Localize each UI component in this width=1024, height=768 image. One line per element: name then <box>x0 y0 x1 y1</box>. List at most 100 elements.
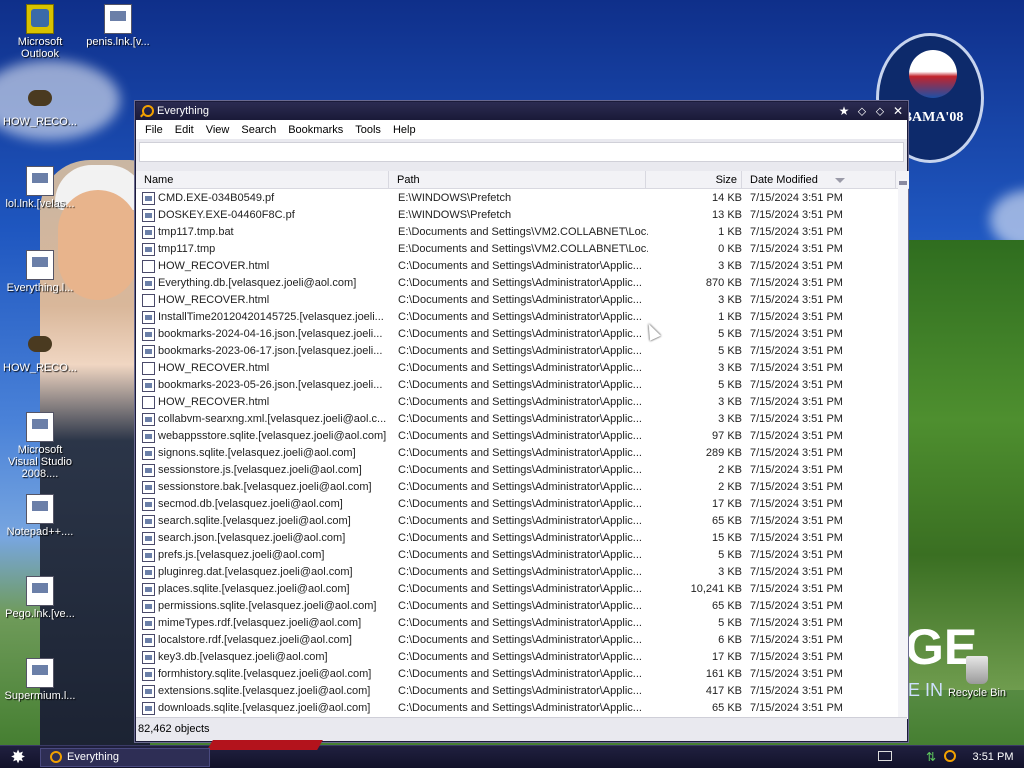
table-row[interactable]: localstore.rdf.[velasquez.joeli@aol.com]… <box>136 632 896 649</box>
campaign-logo <box>909 50 957 98</box>
size-cell: 13 KB <box>712 209 742 221</box>
menu-tools[interactable]: Tools <box>349 124 387 136</box>
window-titlebar[interactable]: Everything ★ ⬦ ⬦ ✕ <box>136 102 907 120</box>
column-header-date-label: Date Modified <box>750 174 818 186</box>
menu-help[interactable]: Help <box>387 124 422 136</box>
menu-edit[interactable]: Edit <box>169 124 200 136</box>
name-cell: pluginreg.dat.[velasquez.joeli@aol.com] <box>158 566 353 578</box>
table-row[interactable]: secmod.db.[velasquez.joeli@aol.com] C:\Do… <box>136 496 896 513</box>
file-icon <box>142 379 155 392</box>
date-cell: 7/15/2024 3:51 PM <box>750 566 843 578</box>
file-icon <box>142 600 155 613</box>
table-row[interactable]: CMD.EXE-034B0549.pf E:\WINDOWS\Prefetch 14… <box>136 190 896 207</box>
file-icon <box>142 498 155 511</box>
table-row[interactable]: key3.db.[velasquez.joeli@aol.com] C:\Docu… <box>136 649 896 666</box>
date-cell: 7/15/2024 3:51 PM <box>750 464 843 476</box>
name-cell: search.json.[velasquez.joeli@aol.com] <box>158 532 346 544</box>
table-row[interactable]: Everything.db.[velasquez.joeli@aol.com] C… <box>136 275 896 292</box>
table-row[interactable]: tmp117.tmp.bat E:\Documents and Settings\… <box>136 224 896 241</box>
size-cell: 0 KB <box>718 243 742 255</box>
table-row[interactable]: downloads.sqlite.[velasquez.joeli@aol.co… <box>136 700 896 717</box>
table-row[interactable]: InstallTime20120420145725.[velasquez.joe… <box>136 309 896 326</box>
path-cell: C:\Documents and Settings\Administrator\… <box>398 328 642 340</box>
size-cell: 870 KB <box>705 277 742 289</box>
desktop-icon[interactable]: Supermium.l... <box>2 658 78 702</box>
table-row[interactable]: signons.sqlite.[velasquez.joeli@aol.com]… <box>136 445 896 462</box>
pin-star-icon[interactable]: ★ <box>835 103 853 119</box>
file-icon <box>142 209 155 222</box>
table-row[interactable]: sessionstore.js.[velasquez.joeli@aol.com… <box>136 462 896 479</box>
desktop-icon-recycle-bin[interactable]: Recycle Bin <box>944 656 1010 699</box>
close-button[interactable]: ✕ <box>889 103 907 119</box>
path-cell: C:\Documents and Settings\Administrator\… <box>398 277 642 289</box>
desktop-icon[interactable]: HOW_RECO... <box>2 84 78 128</box>
table-row[interactable]: pluginreg.dat.[velasquez.joeli@aol.com] C… <box>136 564 896 581</box>
table-row[interactable]: DOSKEY.EXE-04460F8C.pf E:\WINDOWS\Prefetc… <box>136 207 896 224</box>
table-row[interactable]: webappsstore.sqlite.[velasquez.joeli@aol… <box>136 428 896 445</box>
table-row[interactable]: bookmarks-2024-04-16.json.[velasquez.joe… <box>136 326 896 343</box>
table-row[interactable]: bookmarks-2023-05-26.json.[velasquez.joe… <box>136 377 896 394</box>
menu-search[interactable]: Search <box>235 124 282 136</box>
table-row[interactable]: permissions.sqlite.[velasquez.joeli@aol.… <box>136 598 896 615</box>
desktop-icon[interactable]: lol.lnk.[velas... <box>2 166 78 210</box>
table-row[interactable]: HOW_RECOVER.html C:\Documents and Setting… <box>136 360 896 377</box>
table-row[interactable]: places.sqlite.[velasquez.joeli@aol.com] C… <box>136 581 896 598</box>
path-cell: C:\Documents and Settings\Administrator\… <box>398 583 642 595</box>
size-cell: 161 KB <box>705 668 742 680</box>
size-cell: 3 KB <box>718 362 742 374</box>
table-row[interactable]: HOW_RECOVER.html C:\Documents and Setting… <box>136 292 896 309</box>
table-row[interactable]: sessionstore.bak.[velasquez.joeli@aol.co… <box>136 479 896 496</box>
date-cell: 7/15/2024 3:51 PM <box>750 345 843 357</box>
size-cell: 2 KB <box>718 464 742 476</box>
minimize-button[interactable]: ⬦ <box>853 103 871 119</box>
table-row[interactable]: HOW_RECOVER.html C:\Documents and Setting… <box>136 394 896 411</box>
file-icon <box>142 345 155 358</box>
table-row[interactable]: formhistory.sqlite.[velasquez.joeli@aol.… <box>136 666 896 683</box>
column-header-date-modified[interactable]: Date Modified <box>742 171 896 189</box>
path-cell: C:\Documents and Settings\Administrator\… <box>398 532 642 544</box>
desktop-icon[interactable]: HOW_RECO... <box>2 330 78 374</box>
taskbar-button-everything[interactable]: Everything <box>40 748 210 767</box>
name-cell: Everything.db.[velasquez.joeli@aol.com] <box>158 277 357 289</box>
everything-task-icon <box>50 751 62 763</box>
table-row[interactable]: bookmarks-2023-06-17.json.[velasquez.joe… <box>136 343 896 360</box>
start-button[interactable]: ✸ <box>4 747 32 768</box>
scrollbar-thumb[interactable] <box>899 181 907 185</box>
desktop-icon[interactable]: penis.lnk.[v... <box>80 4 156 48</box>
table-row[interactable]: search.sqlite.[velasquez.joeli@aol.com] C… <box>136 513 896 530</box>
keyboard-icon[interactable] <box>878 751 892 761</box>
vertical-scrollbar[interactable] <box>898 179 908 719</box>
desktop-icon[interactable]: Notepad++.... <box>2 494 78 538</box>
table-row[interactable]: tmp117.tmp E:\Documents and Settings\VM2.… <box>136 241 896 258</box>
file-icon <box>142 277 155 290</box>
table-row[interactable]: prefs.js.[velasquez.joeli@aol.com] C:\Doc… <box>136 547 896 564</box>
column-header-size[interactable]: Size <box>646 171 742 189</box>
table-row[interactable]: search.json.[velasquez.joeli@aol.com] C:\… <box>136 530 896 547</box>
size-cell: 5 KB <box>718 328 742 340</box>
column-header-path[interactable]: Path <box>389 171 646 189</box>
taskbar-clock[interactable]: 3:51 PM <box>968 746 1018 768</box>
desktop-icon[interactable]: Pego.lnk.[ve... <box>2 576 78 620</box>
tray-search-icon[interactable] <box>944 750 956 762</box>
table-row[interactable]: collabvm-searxng.xml.[velasquez.joeli@ao… <box>136 411 896 428</box>
menu-bookmarks[interactable]: Bookmarks <box>282 124 349 136</box>
search-input[interactable] <box>139 142 904 162</box>
column-header-name[interactable]: Name <box>136 171 389 189</box>
desktop-icon[interactable]: Microsoft Outlook <box>2 4 78 60</box>
path-cell: C:\Documents and Settings\Administrator\… <box>398 617 642 629</box>
menu-file[interactable]: File <box>139 124 169 136</box>
table-row[interactable]: extensions.sqlite.[velasquez.joeli@aol.c… <box>136 683 896 700</box>
desktop-icon[interactable]: Everything.l... <box>2 250 78 294</box>
date-cell: 7/15/2024 3:51 PM <box>750 532 843 544</box>
path-cell: E:\Documents and Settings\VM2.COLLABNET\… <box>398 226 648 238</box>
size-cell: 3 KB <box>718 396 742 408</box>
network-icon[interactable]: ⇅ <box>926 751 938 763</box>
path-cell: C:\Documents and Settings\Administrator\… <box>398 345 642 357</box>
desktop-icon-label: Notepad++.... <box>6 526 74 538</box>
menu-view[interactable]: View <box>200 124 236 136</box>
maximize-button[interactable]: ⬦ <box>871 103 889 119</box>
file-icon <box>142 464 155 477</box>
desktop-icon[interactable]: Microsoft Visual Studio 2008.... <box>2 412 78 480</box>
table-row[interactable]: HOW_RECOVER.html C:\Documents and Setting… <box>136 258 896 275</box>
table-row[interactable]: mimeTypes.rdf.[velasquez.joeli@aol.com] C… <box>136 615 896 632</box>
